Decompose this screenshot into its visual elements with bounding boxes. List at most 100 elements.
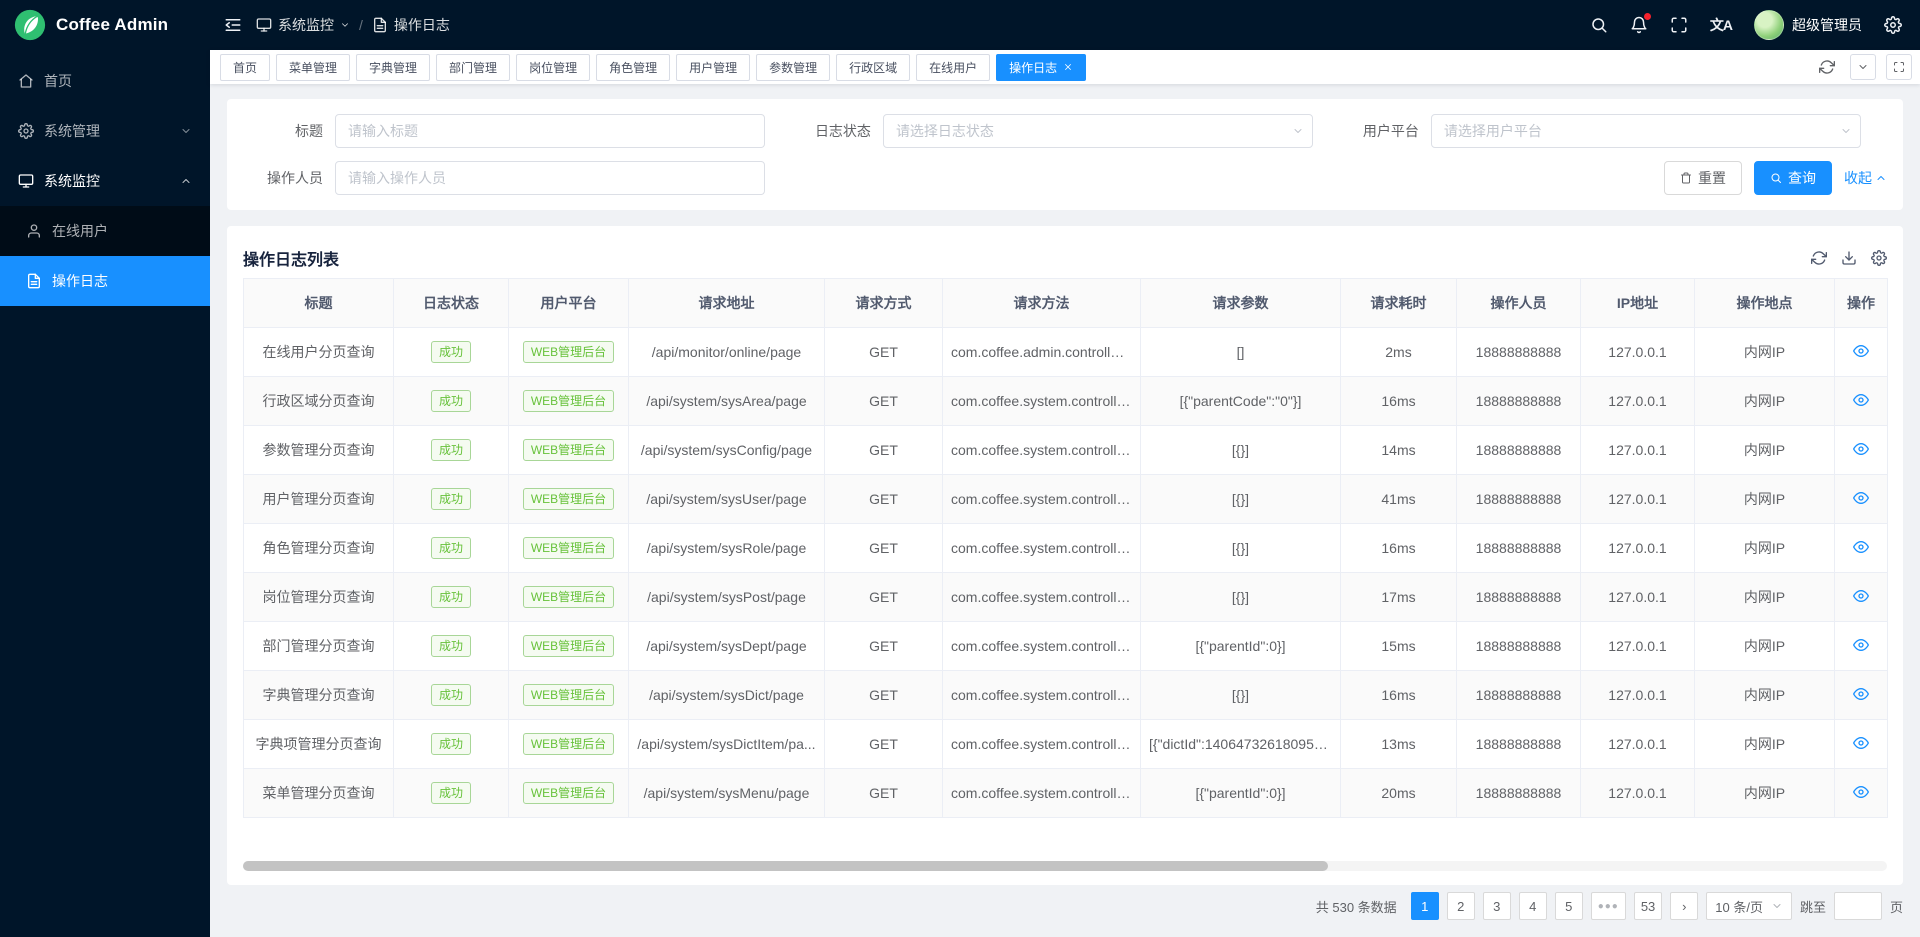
collapse-filter-link[interactable]: 收起 xyxy=(1844,168,1887,188)
sidebar-item-home[interactable]: 首页 xyxy=(0,56,210,106)
tab-item[interactable]: 部门管理 xyxy=(436,54,510,81)
column-header[interactable]: 操作人员 xyxy=(1457,279,1581,328)
title-input[interactable] xyxy=(335,114,765,148)
search-submit-button[interactable]: 查询 xyxy=(1754,161,1832,195)
cell-platform: WEB管理后台 xyxy=(509,573,629,622)
table-row[interactable]: 字典项管理分页查询成功WEB管理后台/api/system/sysDictIte… xyxy=(244,720,1888,769)
table-row[interactable]: 行政区域分页查询成功WEB管理后台/api/system/sysArea/pag… xyxy=(244,377,1888,426)
column-header[interactable]: 请求耗时 xyxy=(1341,279,1457,328)
tabs-actions-dropdown[interactable] xyxy=(1850,54,1876,80)
refresh-icon xyxy=(1819,59,1835,75)
menu-collapse-button[interactable] xyxy=(224,16,242,34)
sidebar-item-online-users[interactable]: 在线用户 xyxy=(0,206,210,256)
sidebar-item-system-management[interactable]: 系统管理 xyxy=(0,106,210,156)
table-body: 在线用户分页查询成功WEB管理后台/api/monitor/online/pag… xyxy=(244,328,1888,818)
horizontal-scrollbar[interactable] xyxy=(243,861,1887,871)
table-row[interactable]: 岗位管理分页查询成功WEB管理后台/api/system/sysPost/pag… xyxy=(244,573,1888,622)
view-detail-button[interactable] xyxy=(1853,686,1869,702)
column-header[interactable]: IP地址 xyxy=(1581,279,1695,328)
view-detail-button[interactable] xyxy=(1853,735,1869,751)
table-row[interactable]: 部门管理分页查询成功WEB管理后台/api/system/sysDept/pag… xyxy=(244,622,1888,671)
app-logo[interactable]: Coffee Admin xyxy=(0,0,210,50)
cell-operator: 18888888888 xyxy=(1457,328,1581,377)
view-detail-button[interactable] xyxy=(1853,588,1869,604)
column-header[interactable]: 请求方式 xyxy=(825,279,943,328)
filter-field-title: 标题 xyxy=(243,114,791,148)
table-row[interactable]: 角色管理分页查询成功WEB管理后台/api/system/sysRole/pag… xyxy=(244,524,1888,573)
column-header[interactable]: 请求方法 xyxy=(943,279,1141,328)
cell-actions xyxy=(1835,328,1888,377)
tab-item[interactable]: 用户管理 xyxy=(676,54,750,81)
table-row[interactable]: 参数管理分页查询成功WEB管理后台/api/system/sysConfig/p… xyxy=(244,426,1888,475)
tab-item[interactable]: 菜单管理 xyxy=(276,54,350,81)
page-button[interactable]: 5 xyxy=(1555,892,1583,920)
column-settings-button[interactable] xyxy=(1871,250,1887,266)
cell-duration: 16ms xyxy=(1341,377,1457,426)
table-export-button[interactable] xyxy=(1841,250,1857,266)
page-ellipsis[interactable]: ●●● xyxy=(1591,892,1626,920)
cell-status: 成功 xyxy=(394,573,509,622)
cell-handler: com.coffee.system.controlle... xyxy=(943,573,1141,622)
page-button[interactable]: 53 xyxy=(1634,892,1662,920)
table-row[interactable]: 在线用户分页查询成功WEB管理后台/api/monitor/online/pag… xyxy=(244,328,1888,377)
cell-platform: WEB管理后台 xyxy=(509,671,629,720)
tab-item[interactable]: 操作日志 xyxy=(996,54,1086,81)
tab-item[interactable]: 字典管理 xyxy=(356,54,430,81)
column-header[interactable]: 标题 xyxy=(244,279,394,328)
tab-close-icon[interactable] xyxy=(1063,62,1073,72)
fullscreen-button[interactable] xyxy=(1670,16,1688,34)
column-header[interactable]: 日志状态 xyxy=(394,279,509,328)
cell-request-method: GET xyxy=(825,671,943,720)
settings-button[interactable] xyxy=(1884,16,1902,34)
page-button[interactable]: 3 xyxy=(1483,892,1511,920)
view-detail-button[interactable] xyxy=(1853,490,1869,506)
scrollbar-thumb[interactable] xyxy=(243,861,1328,871)
view-detail-button[interactable] xyxy=(1853,441,1869,457)
cell-title: 岗位管理分页查询 xyxy=(244,573,394,622)
breadcrumb-item-monitor[interactable]: 系统监控 xyxy=(256,15,350,35)
platform-select[interactable] xyxy=(1431,114,1861,148)
view-detail-button[interactable] xyxy=(1853,784,1869,800)
content-fullscreen-button[interactable] xyxy=(1886,54,1912,80)
view-detail-button[interactable] xyxy=(1853,392,1869,408)
reset-button[interactable]: 重置 xyxy=(1664,161,1742,195)
sidebar-item-system-monitor[interactable]: 系统监控 xyxy=(0,156,210,206)
tab-item[interactable]: 参数管理 xyxy=(756,54,830,81)
column-header[interactable]: 用户平台 xyxy=(509,279,629,328)
view-detail-button[interactable] xyxy=(1853,343,1869,359)
page-button[interactable]: 4 xyxy=(1519,892,1547,920)
search-button[interactable] xyxy=(1590,16,1608,34)
tab-item[interactable]: 在线用户 xyxy=(916,54,990,81)
language-button[interactable]: 文A xyxy=(1710,15,1732,35)
search-icon xyxy=(1590,16,1608,34)
status-select[interactable] xyxy=(883,114,1313,148)
page-size-select[interactable]: 10 条/页 xyxy=(1706,892,1792,920)
table-row[interactable]: 用户管理分页查询成功WEB管理后台/api/system/sysUser/pag… xyxy=(244,475,1888,524)
table-row[interactable]: 菜单管理分页查询成功WEB管理后台/api/system/sysMenu/pag… xyxy=(244,769,1888,818)
user-menu[interactable]: 超级管理员 xyxy=(1754,10,1862,40)
column-header[interactable]: 请求地址 xyxy=(629,279,825,328)
column-header[interactable]: 请求参数 xyxy=(1141,279,1341,328)
page-button[interactable]: 1 xyxy=(1411,892,1439,920)
notification-button[interactable] xyxy=(1630,16,1648,34)
tab-item[interactable]: 首页 xyxy=(220,54,270,81)
sidebar-menu: 首页 系统管理 系统监控 在线用户 操作日志 xyxy=(0,56,210,937)
view-detail-button[interactable] xyxy=(1853,637,1869,653)
column-header[interactable]: 操作地点 xyxy=(1695,279,1835,328)
table-refresh-button[interactable] xyxy=(1811,250,1827,266)
cell-location: 内网IP xyxy=(1695,769,1835,818)
tabs-refresh-button[interactable] xyxy=(1814,54,1840,80)
jump-page-input[interactable] xyxy=(1834,892,1882,920)
page-button[interactable]: 2 xyxy=(1447,892,1475,920)
table-row[interactable]: 字典管理分页查询成功WEB管理后台/api/system/sysDict/pag… xyxy=(244,671,1888,720)
tab-item[interactable]: 行政区域 xyxy=(836,54,910,81)
sidebar-item-operation-log[interactable]: 操作日志 xyxy=(0,256,210,306)
tab-item[interactable]: 角色管理 xyxy=(596,54,670,81)
cell-title: 字典管理分页查询 xyxy=(244,671,394,720)
operator-input[interactable] xyxy=(335,161,765,195)
view-detail-button[interactable] xyxy=(1853,539,1869,555)
column-header[interactable]: 操作 xyxy=(1835,279,1888,328)
jump-prefix-label: 跳至 xyxy=(1800,897,1826,916)
tab-item[interactable]: 岗位管理 xyxy=(516,54,590,81)
next-page-button[interactable]: › xyxy=(1670,892,1698,920)
